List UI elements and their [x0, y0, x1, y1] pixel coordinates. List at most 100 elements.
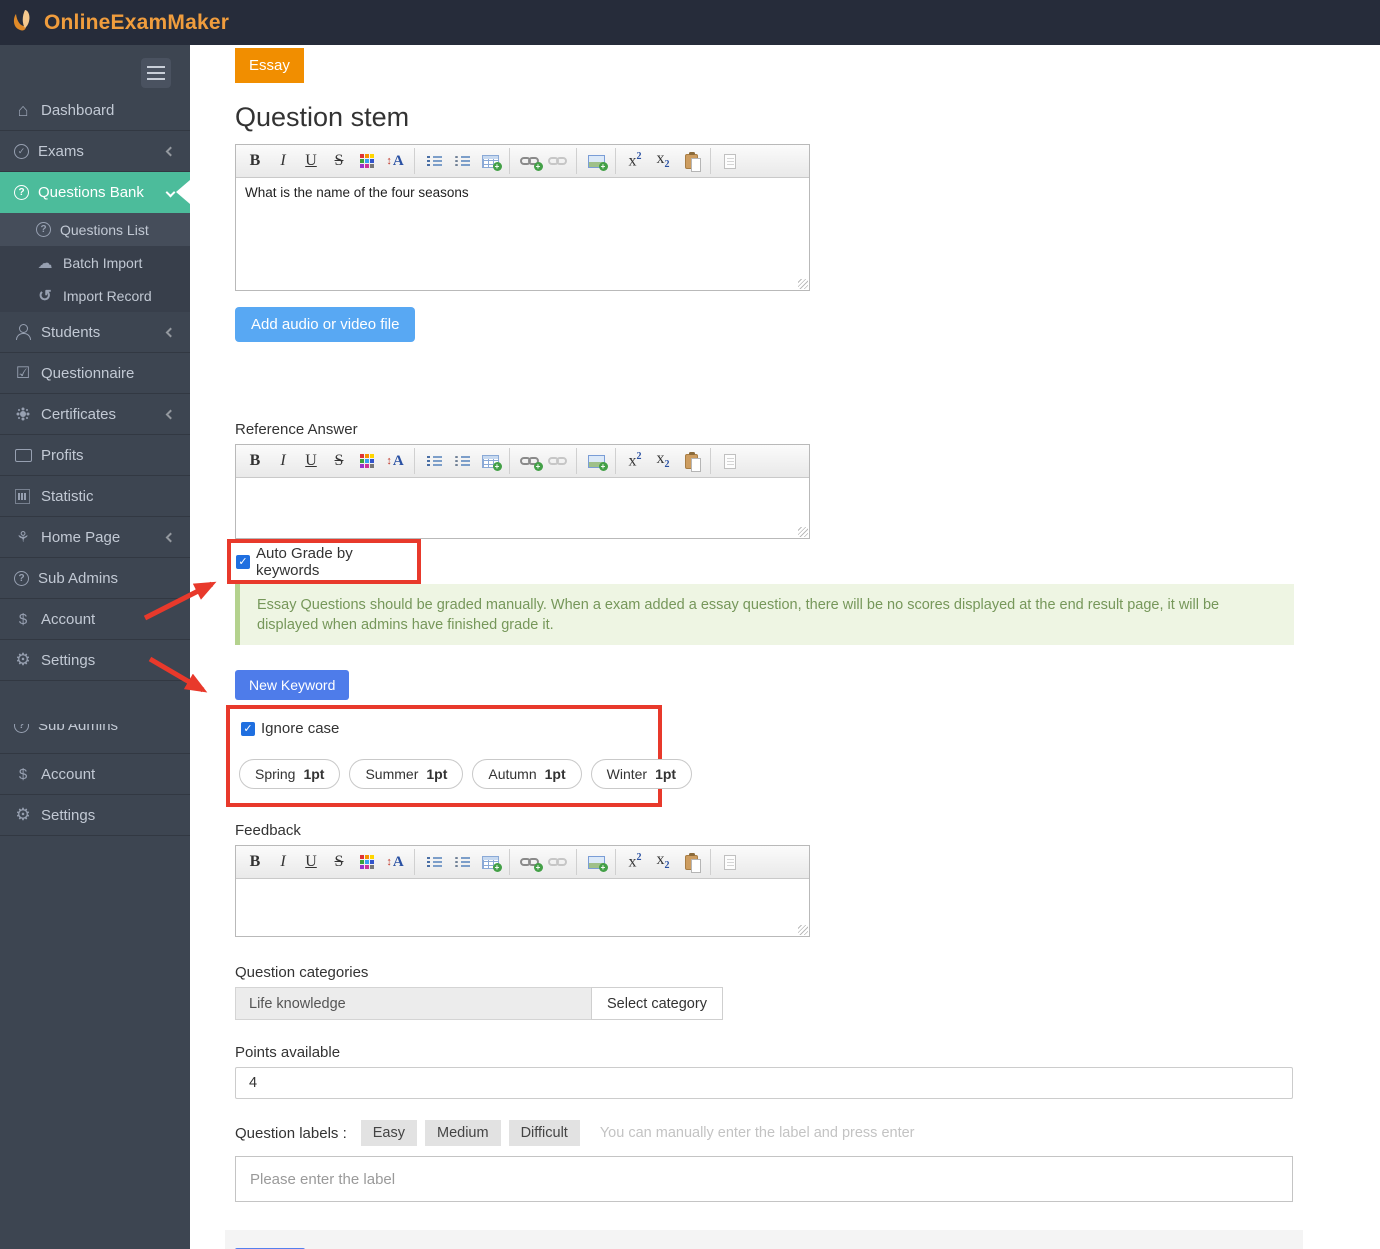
- keyword-chip-spring[interactable]: Spring1pt: [239, 759, 340, 789]
- sidebar-item-statistic[interactable]: Statistic: [0, 476, 190, 517]
- sidebar-item-dashboard[interactable]: Dashboard: [0, 90, 190, 131]
- resize-grip-icon[interactable]: [798, 527, 808, 537]
- question-circle-icon: [14, 571, 29, 586]
- sidebar-item-certificates[interactable]: Certificates: [0, 394, 190, 435]
- sidebar-toggle-button[interactable]: [141, 58, 171, 88]
- category-input[interactable]: [235, 987, 591, 1020]
- insert-link-icon[interactable]: +: [516, 849, 542, 875]
- auto-grade-checkbox[interactable]: ✓: [236, 555, 250, 569]
- unordered-list-icon[interactable]: [449, 849, 475, 875]
- new-keyword-button[interactable]: New Keyword: [235, 670, 349, 700]
- subscript-icon[interactable]: x2: [650, 148, 676, 174]
- remove-link-icon[interactable]: [544, 448, 570, 474]
- insert-image-icon[interactable]: +: [583, 448, 609, 474]
- keyword-chip-summer[interactable]: Summer1pt: [349, 759, 463, 789]
- sidebar-item-label: Settings: [41, 807, 95, 824]
- brand[interactable]: OnlineExamMaker: [12, 8, 229, 38]
- sidebar-item-settings[interactable]: Settings: [0, 795, 190, 836]
- chevron-down-icon: [166, 187, 176, 197]
- select-category-button[interactable]: Select category: [591, 987, 723, 1020]
- strikethrough-icon[interactable]: S: [326, 148, 352, 174]
- sidebar-item-account[interactable]: Account: [0, 599, 190, 640]
- sidebar-item-questions-bank[interactable]: Questions Bank: [0, 172, 190, 213]
- sidebar-item-import-record[interactable]: Import Record: [0, 279, 190, 312]
- sidebar-item-batch-import[interactable]: Batch Import: [0, 246, 190, 279]
- unordered-list-icon[interactable]: [449, 148, 475, 174]
- subscript-icon[interactable]: x2: [650, 849, 676, 875]
- label-button-medium[interactable]: Medium: [425, 1120, 501, 1146]
- insert-link-icon[interactable]: +: [516, 148, 542, 174]
- sidebar-item-exams[interactable]: Exams: [0, 131, 190, 172]
- source-icon[interactable]: [717, 448, 743, 474]
- font-size-icon[interactable]: ↕A: [382, 849, 408, 875]
- superscript-icon[interactable]: x2: [622, 448, 648, 474]
- sidebar-item-students[interactable]: Students: [0, 312, 190, 353]
- insert-image-icon[interactable]: +: [583, 148, 609, 174]
- remove-link-icon[interactable]: [544, 148, 570, 174]
- superscript-icon[interactable]: x2: [622, 849, 648, 875]
- sidebar-item-home-page[interactable]: Home Page: [0, 517, 190, 558]
- underline-icon[interactable]: U: [298, 448, 324, 474]
- font-color-icon[interactable]: [354, 849, 380, 875]
- source-icon[interactable]: [717, 148, 743, 174]
- question-stem-textarea[interactable]: What is the name of the four seasons: [236, 178, 809, 290]
- superscript-icon[interactable]: x2: [622, 148, 648, 174]
- strikethrough-icon[interactable]: S: [326, 448, 352, 474]
- resize-grip-icon[interactable]: [798, 925, 808, 935]
- resize-grip-icon[interactable]: [798, 279, 808, 289]
- points-available-label: Points available: [235, 1044, 1380, 1061]
- sidebar-item-sub-admins[interactable]: Sub Admins: [0, 558, 190, 599]
- bold-icon[interactable]: B: [242, 849, 268, 875]
- source-icon[interactable]: [717, 849, 743, 875]
- paste-icon[interactable]: [678, 448, 704, 474]
- insert-table-icon[interactable]: +: [477, 849, 503, 875]
- toolbar-separator: [576, 849, 577, 875]
- label-button-difficult[interactable]: Difficult: [509, 1120, 580, 1146]
- unordered-list-icon[interactable]: [449, 448, 475, 474]
- insert-link-icon[interactable]: +: [516, 448, 542, 474]
- sidebar-item-questions-list[interactable]: Questions List: [0, 213, 190, 246]
- toolbar-separator: [710, 148, 711, 174]
- keyword-chip-winter[interactable]: Winter1pt: [591, 759, 692, 789]
- sidebar-item-settings[interactable]: Settings: [0, 640, 190, 681]
- insert-table-icon[interactable]: +: [477, 448, 503, 474]
- keyword-chip-autumn[interactable]: Autumn1pt: [472, 759, 581, 789]
- sidebar-item-questionnaire[interactable]: Questionnaire: [0, 353, 190, 394]
- editor-toolbar: BIUS ↕A + + + x2x2: [236, 846, 809, 879]
- ordered-list-icon[interactable]: [421, 448, 447, 474]
- insert-image-icon[interactable]: +: [583, 849, 609, 875]
- toolbar-separator: [576, 148, 577, 174]
- points-input[interactable]: [235, 1067, 1293, 1099]
- subscript-icon[interactable]: x2: [650, 448, 676, 474]
- sidebar-item-account[interactable]: Account: [0, 754, 190, 795]
- reference-answer-textarea[interactable]: [236, 478, 809, 538]
- editor-toolbar: BIUS ↕A + + + x2x2: [236, 445, 809, 478]
- ignore-case-checkbox[interactable]: ✓: [241, 722, 255, 736]
- font-color-icon[interactable]: [354, 148, 380, 174]
- italic-icon[interactable]: I: [270, 148, 296, 174]
- font-size-icon[interactable]: ↕A: [382, 448, 408, 474]
- paste-icon[interactable]: [678, 849, 704, 875]
- underline-icon[interactable]: U: [298, 148, 324, 174]
- italic-icon[interactable]: I: [270, 448, 296, 474]
- feedback-textarea[interactable]: [236, 879, 809, 936]
- font-color-icon[interactable]: [354, 448, 380, 474]
- ordered-list-icon[interactable]: [421, 148, 447, 174]
- italic-icon[interactable]: I: [270, 849, 296, 875]
- bold-icon[interactable]: B: [242, 148, 268, 174]
- question-labels-row: Question labels : EasyMediumDifficult Yo…: [235, 1120, 1380, 1146]
- underline-icon[interactable]: U: [298, 849, 324, 875]
- font-size-icon[interactable]: ↕A: [382, 148, 408, 174]
- remove-link-icon[interactable]: [544, 849, 570, 875]
- sidebar-item-sub-admins[interactable]: Sub Admins: [0, 724, 190, 754]
- strikethrough-icon[interactable]: S: [326, 849, 352, 875]
- ordered-list-icon[interactable]: [421, 849, 447, 875]
- paste-icon[interactable]: [678, 148, 704, 174]
- add-media-button[interactable]: Add audio or video file: [235, 307, 415, 342]
- sidebar-item-profits[interactable]: Profits: [0, 435, 190, 476]
- label-button-easy[interactable]: Easy: [361, 1120, 417, 1146]
- label-input[interactable]: [235, 1156, 1293, 1202]
- insert-table-icon[interactable]: +: [477, 148, 503, 174]
- card-icon: [14, 447, 32, 463]
- bold-icon[interactable]: B: [242, 448, 268, 474]
